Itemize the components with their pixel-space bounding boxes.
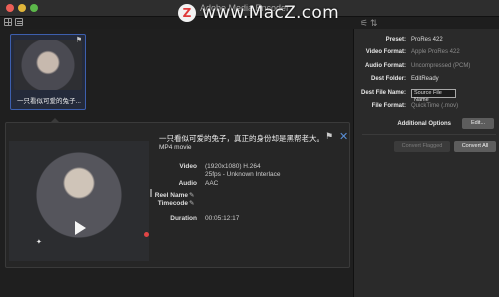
dest-folder-select[interactable]: EditReady <box>411 76 439 82</box>
video-info-line2: 25fps - Unknown Interlace <box>205 171 281 178</box>
preset-select[interactable]: ProRes 422 <box>411 37 443 43</box>
sliders-icon[interactable]: ⚟ <box>360 18 368 29</box>
convert-all-button[interactable]: Convert All <box>454 141 496 152</box>
media-thumbnail <box>14 40 82 90</box>
watermark: Z www.MacZ.com <box>178 3 339 23</box>
zoom-window-button[interactable] <box>30 4 38 12</box>
minimize-window-button[interactable] <box>18 4 26 12</box>
divider <box>362 134 496 135</box>
flag-icon[interactable]: ⚑ <box>76 36 82 44</box>
play-icon[interactable] <box>75 221 86 235</box>
video-label: Video <box>179 163 197 170</box>
file-format-value: QuickTime (.mov) <box>411 103 459 109</box>
additional-options-label: Additional Options <box>397 121 451 127</box>
audio-value: AAC <box>205 180 219 187</box>
video-preview[interactable]: ✦ <box>9 141 152 261</box>
audio-format-label: Audio Format: <box>365 63 406 69</box>
close-icon[interactable]: ✕ <box>339 130 348 143</box>
media-type: MP4 movie <box>159 144 192 151</box>
sort-icon[interactable]: ⇅ <box>370 18 378 29</box>
video-format-label: Video Format: <box>365 49 406 55</box>
export-settings-pane: Preset: ProRes 422 Video Format: Apple P… <box>353 29 499 297</box>
edit-pencil-icon[interactable]: ✎ <box>189 191 194 199</box>
duration-value: 00:05:12:17 <box>205 215 240 222</box>
reel-name-label: Reel Name <box>154 192 188 199</box>
close-window-button[interactable] <box>6 4 14 12</box>
audio-format-value: Uncompressed (PCM) <box>411 63 471 69</box>
media-detail-panel: ✦ 一只看似可爱的兔子，真正的身份却是黑帮老大。- MP4 movie ⚑ ✕ … <box>5 118 350 268</box>
record-indicator-icon <box>144 232 149 237</box>
watermark-text: www.MacZ.com <box>202 3 339 23</box>
list-view-icon[interactable] <box>15 18 23 26</box>
audio-label: Audio <box>178 180 197 187</box>
timecode-label: Timecode <box>157 200 188 207</box>
media-item-card[interactable]: ⚑ 一只看似可爱的兔子... <box>10 34 86 110</box>
file-format-label: File Format: <box>371 103 406 109</box>
dest-folder-label: Dest Folder: <box>370 76 406 82</box>
media-library-pane: ⚑ 一只看似可爱的兔子... ✦ 一只看似可爱的兔子，真正的身份却是黑帮老大。-… <box>0 29 353 297</box>
video-info-line1: (1920x1080) H.264 <box>205 163 261 170</box>
video-format-value: Apple ProRes 422 <box>411 49 460 55</box>
edit-pencil-icon[interactable]: ✎ <box>189 199 194 207</box>
media-title: 一只看似可爱的兔子，真正的身份却是黑帮老大。- <box>159 134 319 143</box>
dest-file-name-label: Dest File Name: <box>360 90 406 96</box>
duration-label: Duration <box>170 215 197 222</box>
edit-button[interactable]: Edit... <box>462 118 494 129</box>
popover-caret <box>50 118 60 123</box>
media-item-label: 一只看似可爱的兔子... <box>17 98 81 105</box>
watermark-logo: Z <box>178 4 196 22</box>
convert-flagged-button[interactable]: Convert Flagged <box>394 141 450 152</box>
volume-icon[interactable]: ✦ <box>36 238 42 246</box>
flag-icon[interactable]: ⚑ <box>325 131 333 142</box>
preset-label: Preset: <box>385 37 406 43</box>
grid-view-icon[interactable] <box>4 18 12 26</box>
dest-file-name-field[interactable]: Source File Name <box>411 89 456 103</box>
